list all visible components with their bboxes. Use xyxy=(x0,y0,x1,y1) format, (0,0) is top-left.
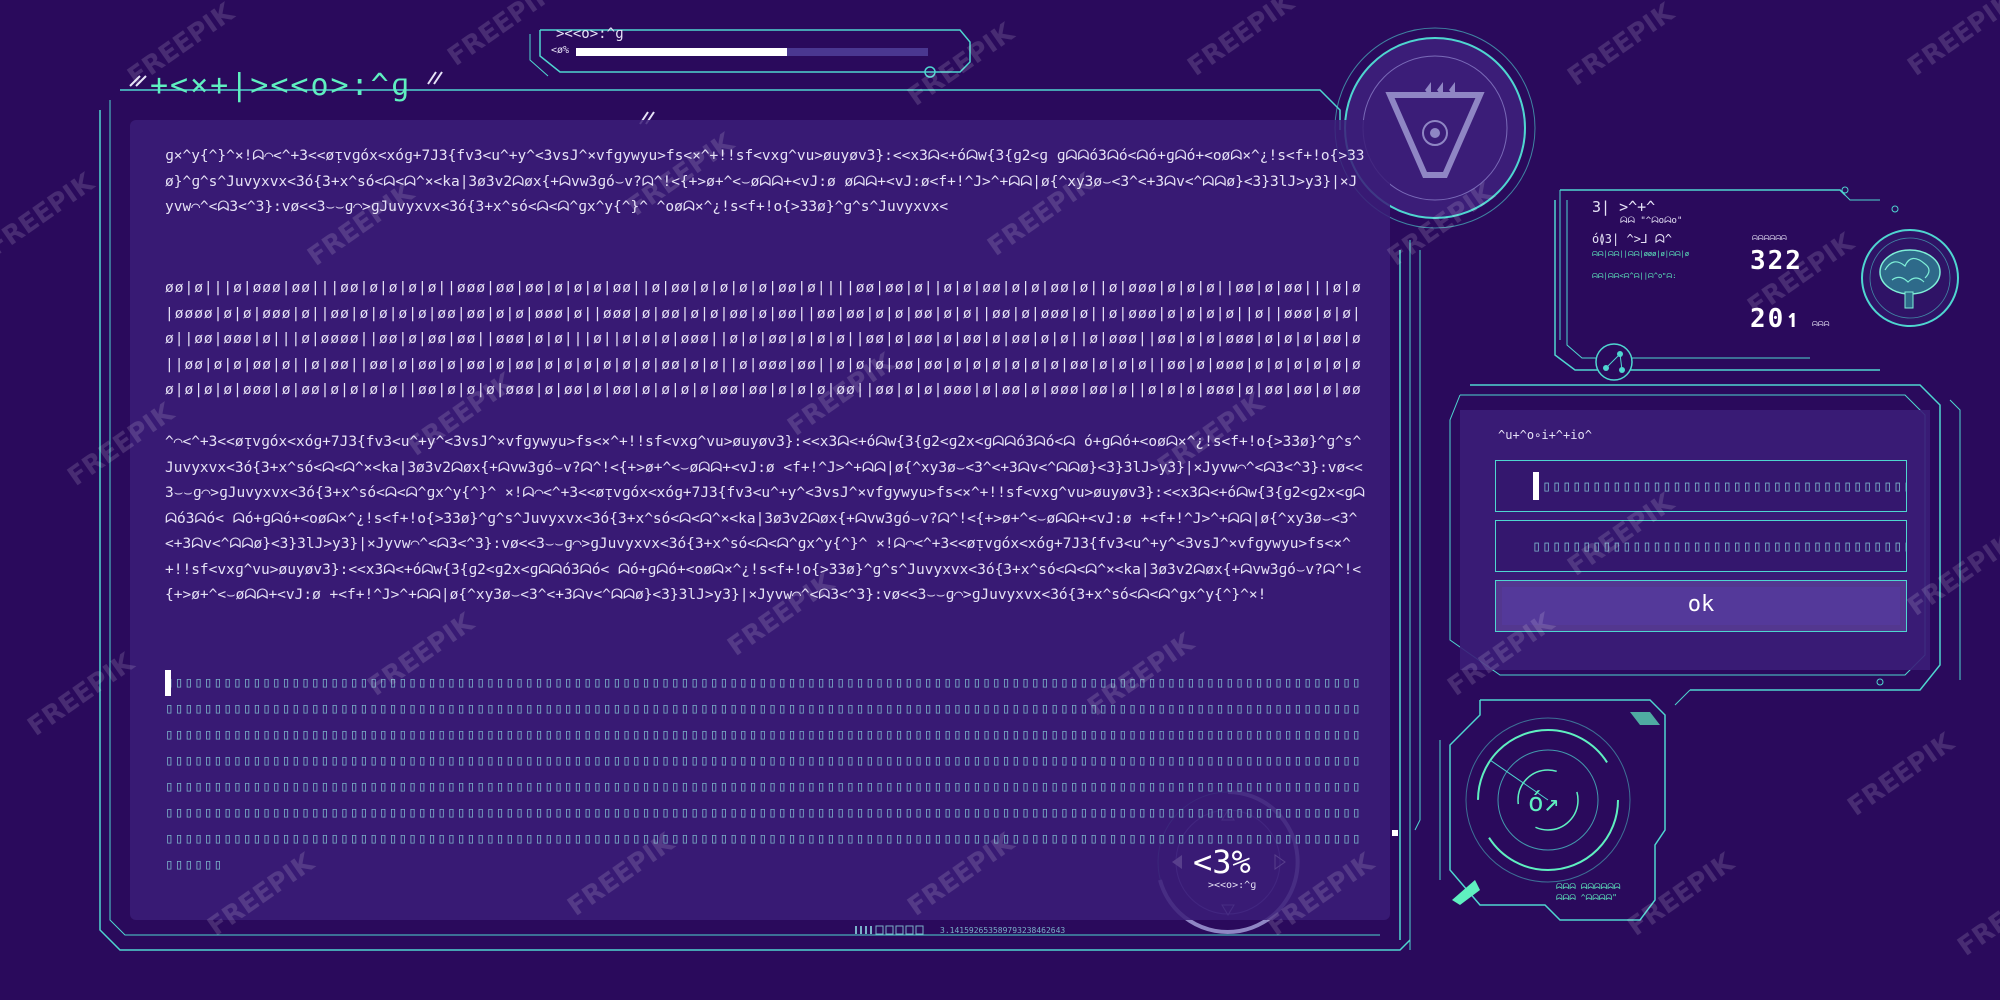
info-tiny-row-2: ᗣᗣ|ᗣᗣ<ᗣ^ᗣ||ᗣ^o"ᗣ: xyxy=(1592,272,1677,280)
info-tiny-row-1: ᗣᗣ|ᗣᗣ||ᗣᗣ|øøø|ø|ᗣᗣ|ø xyxy=(1592,250,1690,258)
info-header: 3| >^+^ xyxy=(1592,198,1656,216)
ok-button[interactable]: ok xyxy=(1495,580,1907,632)
ok-button-label: ok xyxy=(1687,592,1715,617)
brain-icon xyxy=(1861,229,1959,327)
authorization-field-1[interactable]: ▯▯▯▯▯▯▯▯▯▯▯▯▯▯▯▯▯▯▯▯▯▯▯▯▯▯▯▯▯▯▯▯▯▯▯▯▯▯▯▯… xyxy=(1495,460,1907,512)
radar-caption-2: ᗣᗣᗣ ^ᗣᗣᗣᗣ" xyxy=(1556,893,1617,902)
loading-label: ><<o>:^ɡ xyxy=(556,26,624,42)
progress-bar xyxy=(576,48,788,56)
dial-value: <3% xyxy=(1193,843,1251,881)
text-cursor xyxy=(165,670,171,696)
barcode-text: 3.141592653589793238462643 xyxy=(940,926,1066,935)
barcode xyxy=(855,925,924,935)
info-row: ó≬3| ^>⅃ ᗣ^ xyxy=(1592,232,1673,246)
text-input-area[interactable]: ▯▯▯▯▯▯▯▯▯▯▯▯▯▯▯▯▯▯▯▯▯▯▯▯▯▯▯▯▯▯▯▯▯▯▯▯▯▯▯▯… xyxy=(165,670,1365,910)
authorization-label: ^u+^o∘i+^+io^ xyxy=(1498,428,1592,442)
info-number-1-caption: ᗣᗣᗣᗣᗣᗣ xyxy=(1752,234,1787,242)
page-title: +<×+|><<o>:^ɡ xyxy=(150,68,411,103)
dial-label: ><<o>:^ɡ xyxy=(1208,880,1257,891)
info-subheader: ᗣᗣ "^ᗣoᗣo" xyxy=(1620,216,1683,226)
info-number-2-caption: ᗣᗣᗣ xyxy=(1812,320,1830,328)
authorization-field-2[interactable]: ▯▯▯▯▯▯▯▯▯▯▯▯▯▯▯▯▯▯▯▯▯▯▯▯▯▯▯▯▯▯▯▯▯▯▯▯▯▯▯▯… xyxy=(1495,520,1907,572)
field-cursor xyxy=(1533,472,1539,500)
radar-caption-1: ᗣᗣᗣ ᗣᗣᗣᗣᗣᗣ xyxy=(1556,882,1621,891)
text-block-2: øø|ø|||ø|øøø|øø|||øø|ø|ø|ø|ø||øøø|øø|øø|… xyxy=(165,280,1362,398)
loading-percent-label: <ø% xyxy=(551,45,570,56)
network-icon xyxy=(1595,343,1633,381)
radar-value: ó↗ xyxy=(1528,788,1560,818)
